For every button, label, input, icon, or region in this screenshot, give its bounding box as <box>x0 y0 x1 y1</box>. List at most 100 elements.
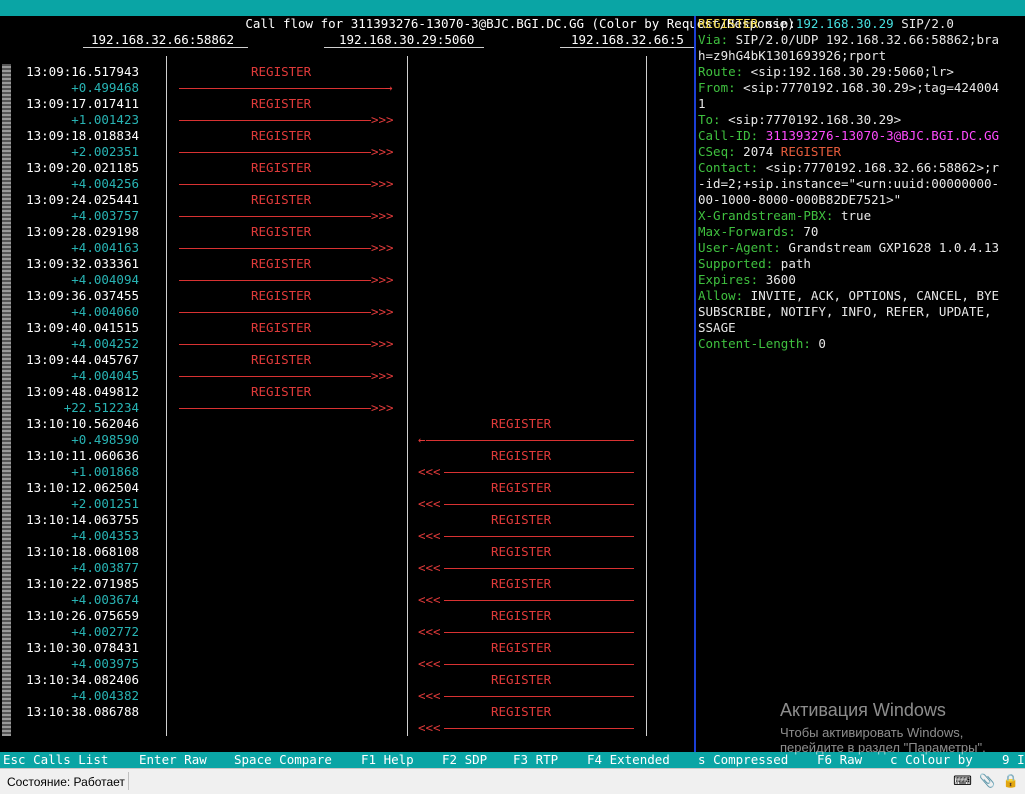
key-hint-key: Enter <box>139 752 177 767</box>
flow-delta: +4.003674 <box>71 592 139 607</box>
flow-message-label[interactable]: REGISTER <box>251 64 311 80</box>
sip-header-value: 0 <box>810 336 826 351</box>
sip-header-line: Expires: 3600 <box>698 272 1025 288</box>
key-hint-i[interactable]: 9 I <box>1002 752 1025 768</box>
flow-delta: +2.001251 <box>71 496 139 511</box>
sip-header-line: Via: SIP/2.0/UDP 192.168.32.66:58862;bra <box>698 32 1025 48</box>
flow-message-label[interactable]: REGISTER <box>251 160 311 176</box>
key-hint-sdp[interactable]: F2 SDP <box>442 752 487 768</box>
sip-header-name: Supported: <box>698 256 774 271</box>
sip-header-value: <sip:192.168.30.29:5060;lr> <box>743 64 954 79</box>
sip-header-name: From: <box>698 80 736 95</box>
sip-header-name: Via: <box>698 32 729 47</box>
arrow-shaft <box>179 152 371 153</box>
flow-timestamp: 13:10:10.562046 <box>26 416 139 431</box>
flow-timestamp: 13:09:40.041515 <box>26 320 139 335</box>
flow-message-label[interactable]: REGISTER <box>491 672 551 688</box>
flow-message-label[interactable]: REGISTER <box>251 128 311 144</box>
key-hint-raw[interactable]: Enter Raw <box>139 752 207 768</box>
flow-timestamp: 13:10:18.068108 <box>26 544 139 559</box>
flow-delta: +4.004163 <box>71 240 139 255</box>
arrow-shaft <box>444 728 634 729</box>
flow-delta: +0.498590 <box>71 432 139 447</box>
key-hint-desc: Compare <box>279 752 332 767</box>
flow-message-label[interactable]: REGISTER <box>491 512 551 528</box>
flow-timestamp: 13:10:22.071985 <box>26 576 139 591</box>
arrow-head-icon: <<< <box>418 496 441 511</box>
flow-message-label[interactable]: REGISTER <box>491 416 551 432</box>
sip-header-name: Allow: <box>698 288 744 303</box>
key-hint-key: s <box>698 752 706 767</box>
sip-header-line: 1 <box>698 96 1025 112</box>
flow-timestamp: 13:09:20.021185 <box>26 160 139 175</box>
arrow-head-icon: >>> <box>371 112 394 127</box>
flow-delta: +22.512234 <box>63 400 139 415</box>
key-hint-compare[interactable]: Space Compare <box>234 752 332 768</box>
flow-message-label[interactable]: REGISTER <box>491 608 551 624</box>
flow-message-label[interactable]: REGISTER <box>251 384 311 400</box>
sip-header-value: Grandstream GXP1628 1.0.4.13 <box>780 240 1000 255</box>
sip-header-value: INVITE, ACK, OPTIONS, CANCEL, BYE <box>743 288 1000 303</box>
sip-header-value: SIP/2.0/UDP 192.168.32.66:58862;bra <box>728 32 1000 47</box>
flow-message-label[interactable]: REGISTER <box>491 704 551 720</box>
flow-message-label[interactable]: REGISTER <box>491 480 551 496</box>
flow-message-arrow[interactable]: <<< <box>418 656 636 672</box>
arrow-head-icon: >>> <box>371 304 394 319</box>
flow-message-label[interactable]: REGISTER <box>251 256 311 272</box>
sip-header-line: SUBSCRIBE, NOTIFY, INFO, REFER, UPDATE, <box>698 304 1025 320</box>
arrow-shaft <box>179 216 371 217</box>
flow-message-arrow[interactable]: <<< <box>418 464 636 480</box>
arrow-head-icon: >>> <box>371 336 394 351</box>
flow-message-arrow[interactable]: ← <box>418 432 636 448</box>
flow-timestamp: 13:10:26.075659 <box>26 608 139 623</box>
sip-header-value: -id=2;+sip.instance="<urn:uuid:00000000- <box>698 176 1000 191</box>
flow-message-arrow[interactable]: >>> <box>179 144 397 160</box>
flow-message-label[interactable]: REGISTER <box>251 96 311 112</box>
flow-message-arrow[interactable]: <<< <box>418 528 636 544</box>
flow-message-arrow[interactable]: <<< <box>418 592 636 608</box>
flow-message-label[interactable]: REGISTER <box>251 192 311 208</box>
flow-message-label[interactable]: REGISTER <box>491 576 551 592</box>
flow-timestamp: 13:09:16.517943 <box>26 64 139 79</box>
flow-message-label[interactable]: REGISTER <box>491 640 551 656</box>
flow-message-arrow[interactable]: <<< <box>418 496 636 512</box>
flow-message-arrow[interactable]: >>> <box>179 112 397 128</box>
flow-message-arrow[interactable]: >>> <box>179 336 397 352</box>
lifeline-caller <box>166 56 167 736</box>
watermark-title: Активация Windows <box>780 700 946 720</box>
flow-message-arrow[interactable]: <<< <box>418 624 636 640</box>
sip-header-value: 1 <box>698 96 706 111</box>
sip-header-value: SSAGE <box>698 320 736 335</box>
arrow-head-icon: <<< <box>418 624 441 639</box>
flow-message-arrow[interactable]: >>> <box>179 240 397 256</box>
flow-message-label[interactable]: REGISTER <box>251 224 311 240</box>
flow-message-arrow[interactable]: >>> <box>179 368 397 384</box>
key-hint-help[interactable]: F1 Help <box>361 752 414 768</box>
flow-message-arrow[interactable]: >>> <box>179 400 397 416</box>
flow-message-arrow[interactable]: → <box>179 80 397 96</box>
flow-message-label[interactable]: REGISTER <box>491 448 551 464</box>
panel-divider <box>694 16 696 752</box>
flow-delta: +4.004094 <box>71 272 139 287</box>
key-hint-extended[interactable]: F4 Extended <box>587 752 670 768</box>
sip-header-value: SIP/2.0 <box>893 16 954 31</box>
key-hint-compressed[interactable]: s Compressed <box>698 752 788 768</box>
flow-message-arrow[interactable]: >>> <box>179 208 397 224</box>
windows-activation-watermark: Активация Windows Чтобы активировать Win… <box>780 700 986 755</box>
flow-message-label[interactable]: REGISTER <box>251 320 311 336</box>
sip-header-name: To: <box>698 112 721 127</box>
arrow-head-icon: → <box>385 80 393 95</box>
flow-message-arrow[interactable]: >>> <box>179 176 397 192</box>
flow-message-arrow[interactable]: >>> <box>179 304 397 320</box>
key-hint-calls-list[interactable]: Esc Calls List <box>3 752 108 768</box>
key-hint-desc: RTP <box>535 752 559 767</box>
flow-message-label[interactable]: REGISTER <box>491 544 551 560</box>
flow-message-arrow[interactable]: <<< <box>418 688 636 704</box>
flow-message-label[interactable]: REGISTER <box>251 288 311 304</box>
key-hint-rtp[interactable]: F3 RTP <box>513 752 558 768</box>
flow-message-arrow[interactable]: >>> <box>179 272 397 288</box>
flow-message-arrow[interactable]: <<< <box>418 720 636 736</box>
flow-message-label[interactable]: REGISTER <box>251 352 311 368</box>
flow-message-arrow[interactable]: <<< <box>418 560 636 576</box>
host-label-caller-2: 192.168.32.66:5 <box>571 32 684 47</box>
